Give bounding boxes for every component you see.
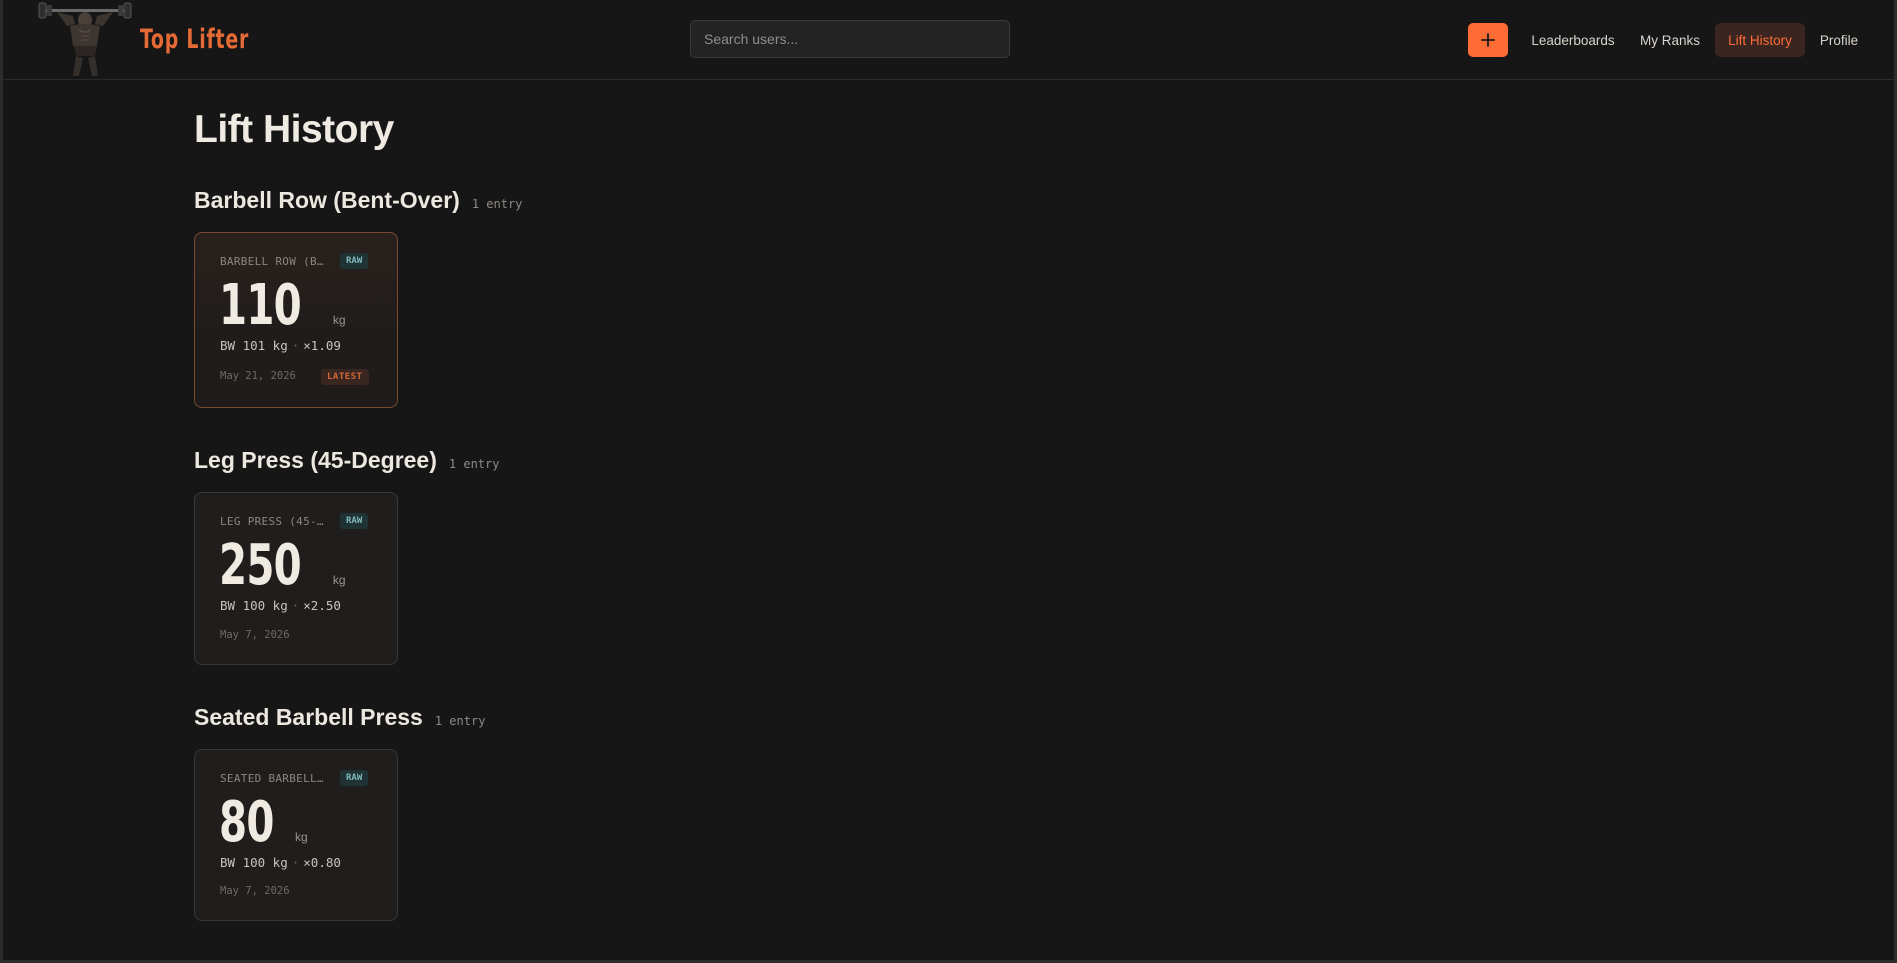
brand-name[interactable]: Top Lifter — [140, 24, 249, 55]
weight-unit: kg — [294, 830, 308, 844]
weight-unit: kg — [332, 573, 346, 587]
separator-dot: · — [291, 855, 300, 870]
section-title: Barbell Row (Bent-Over) — [194, 187, 460, 213]
strength-ratio: ×1.09 — [303, 338, 341, 353]
weight-value: 110 — [219, 273, 302, 338]
section-title: Seated Barbell Press — [194, 704, 423, 730]
separator-dot: · — [291, 338, 300, 353]
nav-lift-history[interactable]: Lift History — [1715, 23, 1805, 57]
lift-date: May 7, 2026 — [220, 629, 290, 641]
nav-profile[interactable]: Profile — [1811, 23, 1867, 57]
strength-ratio: ×0.80 — [303, 855, 341, 870]
nav-my-ranks[interactable]: My Ranks — [1631, 23, 1709, 57]
plus-icon — [1481, 33, 1495, 47]
nav-my-ranks-label: My Ranks — [1639, 32, 1700, 48]
search-users-input[interactable] — [690, 20, 1010, 58]
lift-weight: 80 kg — [219, 790, 308, 855]
section-header: Seated Barbell Press 1 entry — [194, 704, 485, 731]
raw-badge: RAW — [340, 253, 369, 269]
bodyweight: BW 100 kg — [220, 598, 288, 613]
raw-badge: RAW — [340, 513, 369, 529]
bodyweight-ratio: BW 101 kg · ×1.09 — [220, 338, 341, 353]
lift-weight: 110 kg — [219, 273, 346, 338]
latest-badge: LATEST — [321, 369, 369, 385]
bodyweight-ratio: BW 100 kg · ×0.80 — [220, 855, 341, 870]
app-frame: Top Lifter Leaderboards My Ranks Lift Hi… — [0, 0, 1897, 963]
strength-ratio: ×2.50 — [303, 598, 341, 613]
lift-date: May 7, 2026 — [220, 885, 290, 897]
bodyweight-ratio: BW 100 kg · ×2.50 — [220, 598, 341, 613]
lift-name-label: LEG PRESS (45-… — [220, 515, 324, 528]
page-title: Lift History — [194, 108, 394, 151]
top-header: Top Lifter Leaderboards My Ranks Lift Hi… — [3, 0, 1894, 80]
section-header: Leg Press (45-Degree) 1 entry — [194, 447, 499, 474]
lift-name-label: BARBELL ROW (B… — [220, 255, 324, 268]
separator-dot: · — [291, 598, 300, 613]
weight-value: 250 — [219, 533, 302, 598]
lift-name-label: SEATED BARBELL… — [220, 772, 324, 785]
weight-value: 80 — [219, 790, 274, 855]
entry-count: 1 entry — [448, 457, 500, 471]
add-lift-button[interactable] — [1468, 23, 1508, 57]
weightlifter-logo-icon[interactable] — [37, 0, 133, 78]
nav-profile-label: Profile — [1819, 32, 1859, 48]
bodyweight: BW 101 kg — [220, 338, 288, 353]
nav-leaderboards[interactable]: Leaderboards — [1523, 23, 1623, 57]
entry-count: 1 entry — [434, 714, 486, 728]
section-header: Barbell Row (Bent-Over) 1 entry — [194, 187, 522, 214]
weight-unit: kg — [332, 313, 346, 327]
lift-card[interactable]: BARBELL ROW (B… RAW 110 kg BW 101 kg · ×1.… — [194, 232, 398, 408]
bodyweight: BW 100 kg — [220, 855, 288, 870]
lift-date: May 21, 2026 — [220, 370, 296, 382]
lift-card[interactable]: LEG PRESS (45-… RAW 250 kg BW 100 kg · ×2.… — [194, 492, 398, 665]
entry-count: 1 entry — [471, 197, 523, 211]
lift-weight: 250 kg — [219, 533, 346, 598]
nav-lift-history-label: Lift History — [1728, 32, 1792, 48]
section-title: Leg Press (45-Degree) — [194, 447, 437, 473]
lift-card[interactable]: SEATED BARBELL… RAW 80 kg BW 100 kg · ×0.8… — [194, 749, 398, 921]
raw-badge: RAW — [340, 770, 369, 786]
nav-leaderboards-label: Leaderboards — [1531, 32, 1615, 48]
